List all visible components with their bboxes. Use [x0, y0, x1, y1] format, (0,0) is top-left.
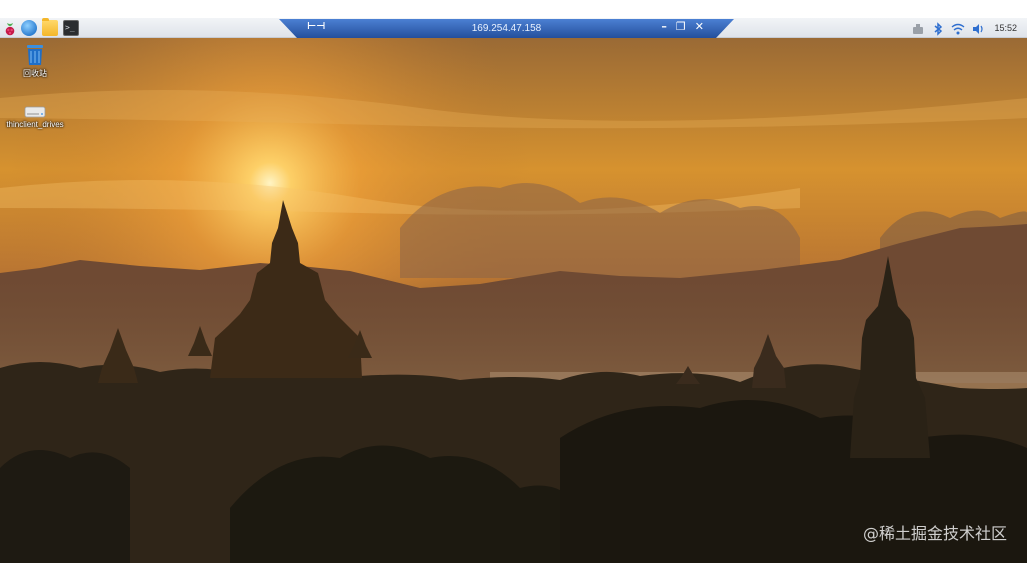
watermark: @稀土掘金技术社区: [862, 524, 1007, 543]
desktop-icon-label: 回收站: [23, 69, 47, 78]
terminal-icon[interactable]: >_: [63, 20, 79, 36]
raspberry-menu-icon[interactable]: [4, 21, 16, 36]
desktop-icon-label: thinclient_drives: [6, 120, 64, 129]
minimize-icon[interactable]: –: [661, 20, 667, 33]
wifi-icon[interactable]: [951, 21, 965, 35]
bluetooth-icon[interactable]: [931, 21, 945, 36]
volume-icon[interactable]: [971, 21, 985, 35]
system-tray: 15:52: [911, 19, 1017, 37]
clock[interactable]: 15:52: [994, 23, 1017, 33]
desktop[interactable]: 回收站 thinclient_drives @稀土掘金技术社区: [0, 38, 1027, 563]
wallpaper-image: [0, 38, 1027, 563]
desktop-icon-recycle-bin[interactable]: 回收站: [0, 44, 70, 79]
desktop-icon-thinclient-drives[interactable]: thinclient_drives: [0, 100, 70, 129]
web-browser-icon[interactable]: [21, 20, 37, 36]
drive-icon: [24, 106, 46, 118]
close-icon[interactable]: ✕: [695, 20, 704, 33]
remote-window-controls: – ❐ ✕: [661, 20, 704, 33]
remote-desktop-bar[interactable]: ⊢⊣ 169.254.47.158 – ❐ ✕: [279, 19, 734, 38]
network-share-icon[interactable]: [911, 21, 925, 35]
file-manager-icon[interactable]: [42, 18, 58, 36]
trash-icon: [25, 44, 45, 66]
top-margin: [0, 0, 1027, 18]
restore-icon[interactable]: ❐: [676, 20, 686, 33]
launcher-area: >_: [2, 18, 79, 37]
